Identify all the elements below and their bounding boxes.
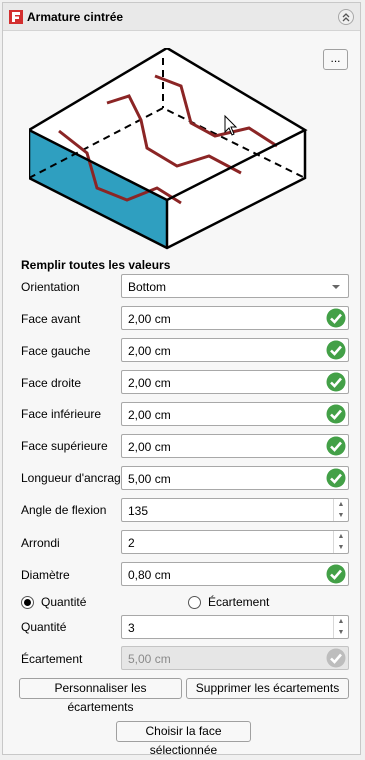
arrondi-label: Arrondi [21,536,60,550]
valid-check-icon [326,404,346,424]
ecartement-input: 5,00 cm [121,646,349,670]
task-panel: Armature cintrée ... Remplir toutes les … [2,2,361,757]
diametre-label: Diamètre [21,568,70,582]
choisir-face-button[interactable]: Choisir la face sélectionnée [116,721,251,757]
face-gauche-input[interactable]: 2,00 cm [121,338,349,362]
face-gauche-label: Face gauche [21,344,91,358]
valid-check-icon [326,648,346,668]
valid-check-icon [326,308,346,328]
face-avant-label: Face avant [21,312,81,326]
angle-flexion-label: Angle de flexion [21,503,107,517]
quantite-radio[interactable] [21,596,34,609]
spin-down-icon[interactable]: ▼ [334,627,348,638]
valid-check-icon [326,340,346,360]
bent-rebar-diagram [29,48,308,250]
arrondi-spinbox[interactable]: 2 ▲ ▼ [121,530,349,554]
face-inferieure-input[interactable]: 2,00 cm [121,402,349,426]
face-superieure-label: Face supérieure [21,439,108,453]
longueur-ancrage-label: Longueur d'ancrage [21,471,128,485]
diametre-input[interactable]: 0,80 cm [121,562,349,586]
longueur-ancrage-value: 5,00 cm [128,472,171,486]
quantite-spinbox[interactable]: 3 ▲ ▼ [121,615,349,639]
spin-up-icon[interactable]: ▲ [334,616,348,627]
panel-title: Armature cintrée [27,10,124,24]
spin-down-icon[interactable]: ▼ [334,542,348,553]
face-inferieure-value: 2,00 cm [128,408,171,422]
quantite-label: Quantité [21,620,67,634]
face-droite-label: Face droite [21,376,82,390]
diametre-value: 0,80 cm [128,568,171,582]
face-avant-input[interactable]: 2,00 cm [121,306,349,330]
face-droite-value: 2,00 cm [128,376,171,390]
face-superieure-value: 2,00 cm [128,440,171,454]
valid-check-icon [326,564,346,584]
face-avant-value: 2,00 cm [128,312,171,326]
ecartement-radio-label[interactable]: Écartement [208,595,269,609]
spin-down-icon[interactable]: ▼ [334,510,348,521]
valid-check-icon [326,372,346,392]
arrondi-value: 2 [128,536,135,550]
panel-titlebar: Armature cintrée [3,3,360,31]
ecartement-radio[interactable] [188,596,201,609]
spin-arrows[interactable]: ▲ ▼ [333,499,348,521]
personnaliser-ecartements-button[interactable]: Personnaliser les écartements [19,678,182,714]
face-droite-input[interactable]: 2,00 cm [121,370,349,394]
ecartement-label: Écartement [21,652,83,666]
section-title: Remplir toutes les valeurs [21,258,171,272]
orientation-value: Bottom [128,280,167,294]
quantite-radio-label[interactable]: Quantité [41,595,86,609]
valid-check-icon [326,436,346,456]
angle-flexion-value: 135 [128,504,149,518]
angle-flexion-spinbox[interactable]: 135 ▲ ▼ [121,498,349,522]
face-superieure-input[interactable]: 2,00 cm [121,434,349,458]
collapse-up-icon[interactable] [338,9,354,25]
face-inferieure-label: Face inférieure [21,407,102,421]
freecad-logo-icon [9,10,23,24]
supprimer-ecartements-button[interactable]: Supprimer les écartements [186,678,349,699]
orientation-label: Orientation [21,280,80,294]
face-gauche-value: 2,00 cm [128,344,171,358]
spin-arrows[interactable]: ▲ ▼ [333,531,348,553]
spin-up-icon[interactable]: ▲ [334,531,348,542]
ecartement-value: 5,00 cm [128,652,171,666]
orientation-select[interactable]: Bottom [121,274,349,298]
chevron-down-icon [332,285,340,289]
spin-arrows[interactable]: ▲ ▼ [333,616,348,638]
longueur-ancrage-input[interactable]: 5,00 cm [121,466,349,490]
more-options-button[interactable]: ... [323,49,348,70]
valid-check-icon [326,468,346,488]
spin-up-icon[interactable]: ▲ [334,499,348,510]
quantite-value: 3 [128,621,135,635]
